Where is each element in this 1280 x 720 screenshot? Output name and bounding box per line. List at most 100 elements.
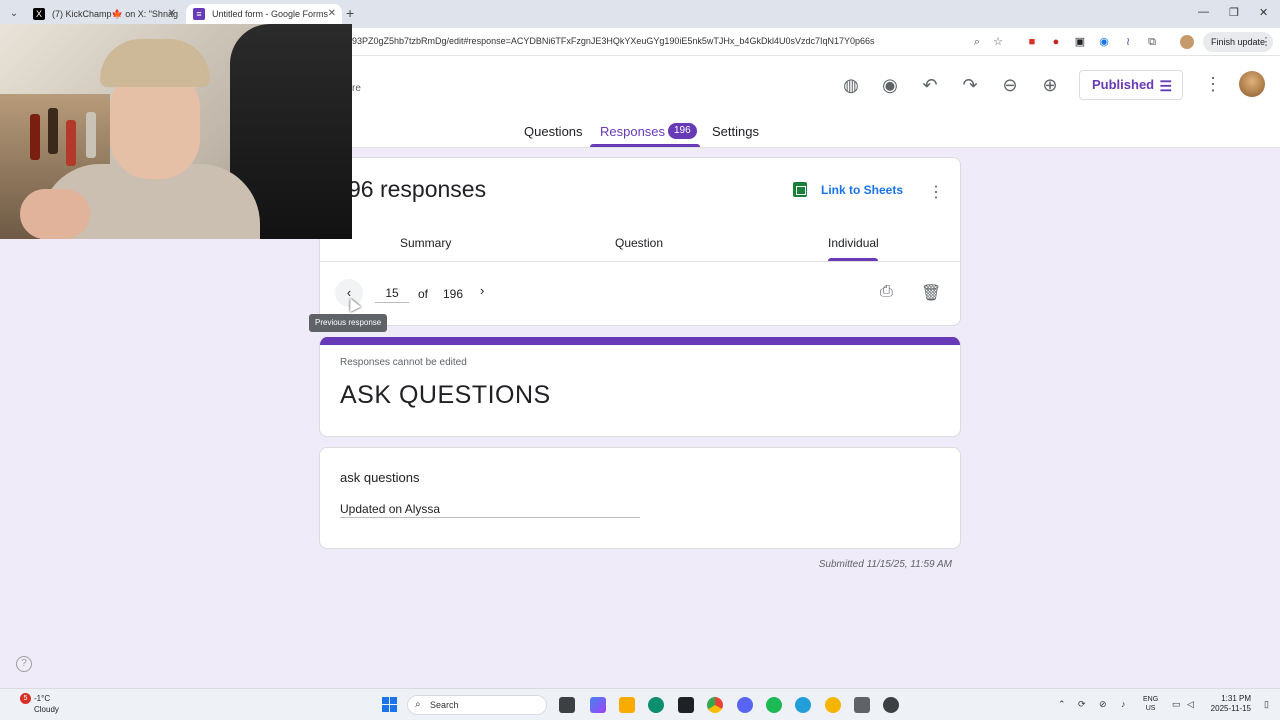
forms-logo-icon: ≡ — [193, 8, 205, 20]
redo-icon[interactable]: ↷ — [959, 74, 981, 96]
system-clock[interactable]: 1:31 PM 2025-11-15 — [1205, 694, 1251, 714]
volume-icon[interactable]: ◁ — [1187, 699, 1194, 710]
new-tab-icon[interactable]: + — [346, 5, 354, 21]
answer-underline — [340, 517, 640, 518]
bottle — [48, 108, 58, 154]
weather-description[interactable]: Cloudy — [34, 705, 59, 714]
keyboard-region: US — [1145, 705, 1156, 712]
restore-icon[interactable]: ❐ — [1229, 6, 1239, 19]
extension-grid-icon[interactable]: ▣ — [1073, 35, 1087, 49]
tab-title: (7) KickChamp🍁 on X: "Shnag — [52, 9, 178, 19]
tooltip: Previous response — [309, 314, 388, 332]
language-code: ENG — [1143, 696, 1159, 703]
print-icon[interactable]: ⎙ — [880, 283, 893, 301]
windows-taskbar: 5 -1°C Cloudy ⌕ Search ⌃ ⟳ ⊘ ♪ ENG US ▭ … — [0, 688, 1280, 720]
extension-wave-icon[interactable]: ≀ — [1121, 35, 1135, 49]
tab-settings[interactable]: Settings — [712, 124, 759, 139]
bottle — [30, 114, 40, 160]
terminal-icon[interactable] — [678, 697, 694, 713]
pager-total: 196 — [443, 287, 464, 301]
language-indicator[interactable]: ENG US — [1143, 695, 1158, 713]
view-tab-individual[interactable]: Individual — [828, 236, 879, 250]
obs-icon[interactable] — [883, 697, 899, 713]
title-accent-band — [320, 337, 960, 345]
extension-pinterest-icon[interactable]: ● — [1049, 35, 1063, 49]
clock-time: 1:31 PM — [1221, 694, 1251, 703]
question-card — [319, 447, 961, 549]
question-answer: Updated on Alyssa — [340, 502, 441, 516]
chrome-icon[interactable] — [707, 697, 723, 713]
display-icon[interactable]: ▭ — [1172, 699, 1181, 710]
url-field[interactable]: 93PZ0gZ5hb7tzbRmDg/edit#response=ACYDBNi… — [352, 36, 875, 46]
submitted-timestamp: Submitted 11/15/25, 11:59 AM — [818, 559, 952, 570]
sheets-icon — [793, 182, 807, 197]
notifications-icon[interactable]: ▯ — [1264, 699, 1269, 710]
responses-count-badge: 196 — [668, 123, 697, 139]
weather-notification-badge: 5 — [20, 693, 31, 704]
snipping-tool-icon[interactable] — [854, 697, 870, 713]
webcam-overlay — [0, 24, 352, 239]
x-logo-icon: X — [33, 8, 45, 20]
cannot-edit-notice: Responses cannot be edited — [340, 357, 467, 368]
windows-start-icon[interactable] — [382, 697, 398, 713]
extension-video-icon[interactable]: ■ — [1025, 35, 1039, 49]
view-tab-question[interactable]: Question — [615, 236, 663, 250]
profile-avatar-icon[interactable] — [1180, 35, 1194, 49]
tab-search-icon[interactable]: ⌄ — [6, 6, 22, 22]
question-title: ask questions — [340, 470, 420, 485]
search-label: Search — [430, 700, 459, 710]
spotify-icon[interactable] — [766, 697, 782, 713]
more-options-icon[interactable]: ⋮ — [1204, 74, 1222, 95]
card-divider — [320, 261, 960, 262]
tab-questions[interactable]: Questions — [524, 124, 583, 139]
preview-eye-icon[interactable]: ◉ — [879, 74, 901, 96]
browser-menu-icon[interactable]: ⋮ — [1259, 35, 1273, 49]
form-title: ASK QUESTIONS — [340, 381, 551, 409]
delete-trash-icon[interactable]: 🗑 — [921, 283, 941, 303]
palette-icon[interactable]: ◍ — [840, 74, 862, 96]
extension-globe-icon[interactable]: ◉ — [1097, 35, 1111, 49]
pager-of-label: of — [418, 287, 429, 301]
show-hidden-icons-icon[interactable]: ⌃ — [1058, 699, 1066, 710]
help-icon[interactable]: ? — [16, 656, 32, 672]
minimize-icon[interactable]: — — [1198, 6, 1209, 18]
avatar[interactable] — [1239, 71, 1265, 97]
task-view-icon[interactable] — [559, 697, 575, 713]
link-to-sheets-button[interactable]: Link to Sheets — [821, 182, 903, 198]
responses-more-icon[interactable]: ⋮ — [928, 182, 944, 202]
extensions-puzzle-icon[interactable]: ⧉ — [1145, 35, 1159, 49]
published-label: Published — [1092, 77, 1155, 92]
network-off-icon[interactable]: ⊘ — [1099, 699, 1107, 710]
close-tab-icon[interactable]: ✕ — [168, 4, 176, 24]
edge-icon[interactable] — [648, 697, 664, 713]
zoom-icon[interactable]: ⌕ — [970, 35, 984, 49]
discord-icon[interactable] — [737, 697, 753, 713]
tab-responses[interactable]: Responses — [600, 124, 665, 139]
search-icon: ⌕ — [415, 699, 421, 710]
tab-title: Untitled form - Google Forms — [212, 9, 329, 19]
sync-icon[interactable]: ⟳ — [1078, 699, 1086, 710]
close-window-icon[interactable]: ✕ — [1259, 6, 1268, 19]
view-tab-summary[interactable]: Summary — [400, 236, 451, 250]
close-tab-icon[interactable]: ✕ — [328, 4, 336, 24]
active-tab-indicator — [590, 144, 700, 147]
tune-icon: ☰ — [1159, 78, 1172, 94]
microphone-icon[interactable]: ♪ — [1121, 699, 1126, 709]
copilot-icon[interactable] — [590, 697, 606, 713]
taskbar-search[interactable]: ⌕ Search — [407, 695, 547, 715]
bookmark-star-icon[interactable]: ☆ — [991, 35, 1005, 49]
next-response-button[interactable]: › — [480, 283, 484, 298]
bottle — [86, 112, 96, 158]
link-icon[interactable]: ⊖ — [999, 74, 1021, 96]
app-icon[interactable] — [825, 697, 841, 713]
weather-temperature[interactable]: -1°C — [34, 694, 50, 703]
published-button[interactable]: Published ☰ — [1079, 70, 1183, 100]
add-collaborator-icon[interactable]: ⊕ — [1039, 74, 1061, 96]
telegram-icon[interactable] — [795, 697, 811, 713]
clock-date: 2025-11-15 — [1210, 704, 1251, 713]
response-number-input[interactable]: 15 — [375, 286, 409, 303]
file-explorer-icon[interactable] — [619, 697, 635, 713]
responses-count-title: 96 responses — [348, 176, 487, 202]
undo-icon[interactable]: ↶ — [919, 74, 941, 96]
bottle — [66, 120, 76, 166]
